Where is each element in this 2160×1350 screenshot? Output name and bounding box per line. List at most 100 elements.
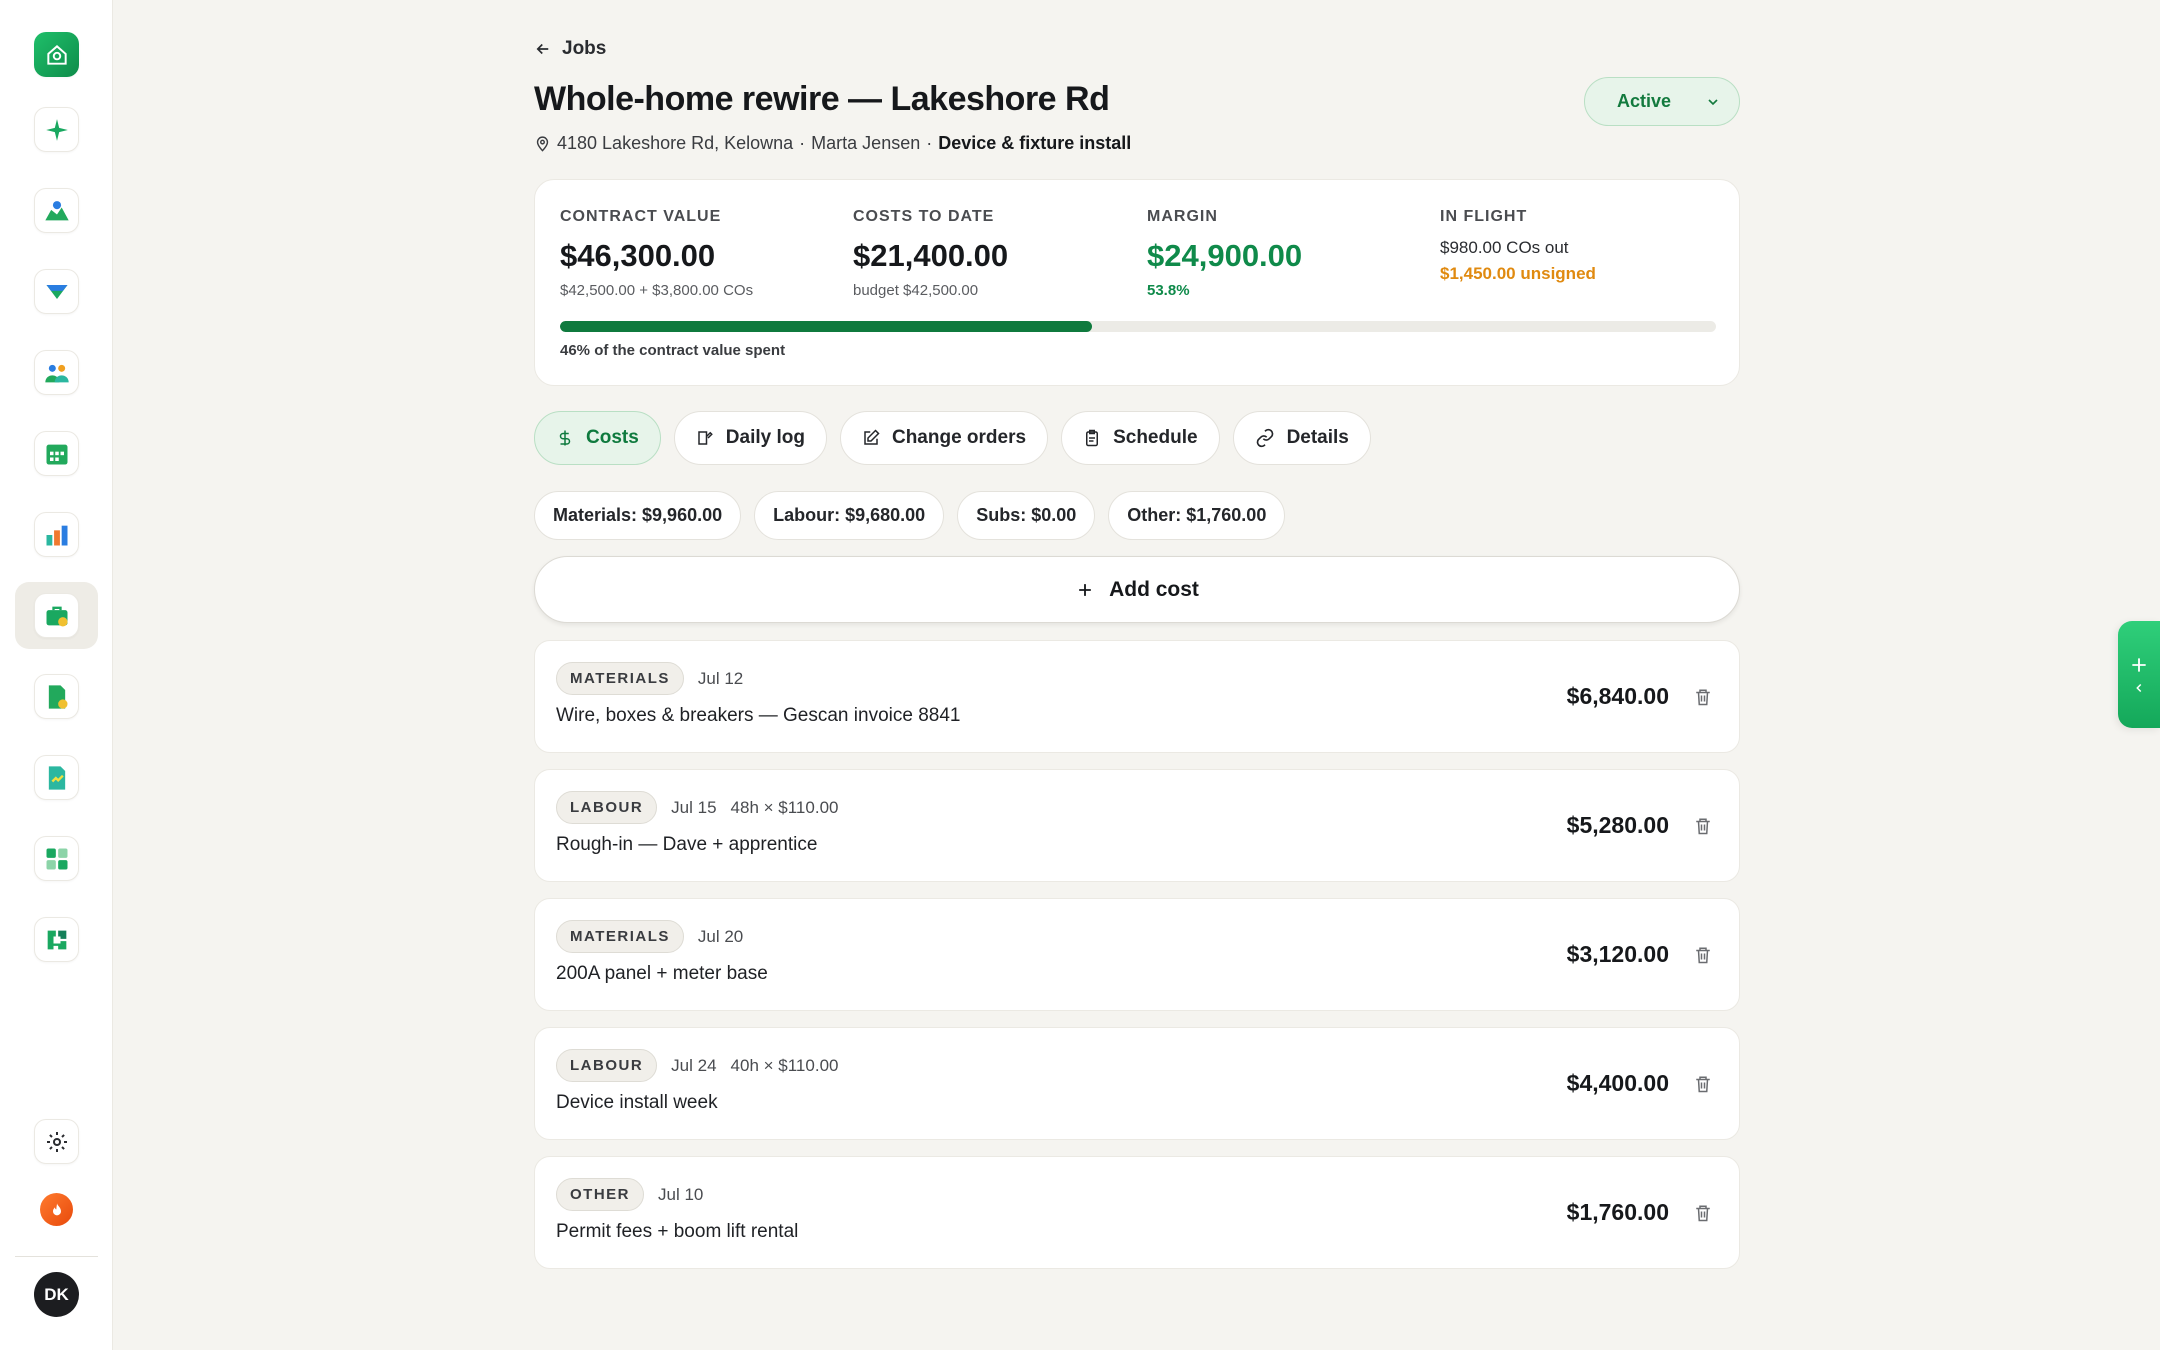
job-client: Marta Jensen	[811, 133, 921, 153]
add-cost-button[interactable]: Add cost	[534, 556, 1740, 623]
link-icon	[1256, 428, 1273, 448]
tab-change-orders[interactable]: Change orders	[839, 411, 1049, 465]
tab-label: Details	[1286, 427, 1349, 448]
cost-description: Permit fees + boom lift rental	[556, 1221, 799, 1242]
tab-schedule[interactable]: Schedule	[1061, 411, 1220, 465]
unsigned-amount: $1,450.00 unsigned	[1440, 264, 1596, 283]
job-status-value: Active	[1617, 91, 1672, 111]
job-meta: 4180 Lakeshore Rd, Kelowna · Marta Jense…	[534, 133, 1131, 154]
sparkle-plus-icon	[2132, 657, 2146, 672]
spend-progress-fill	[560, 321, 1092, 332]
tab-label: Change orders	[891, 427, 1027, 448]
nav-calendar-icon[interactable]	[34, 431, 79, 476]
cost-description: Device install week	[556, 1092, 718, 1113]
tab-label: Costs	[586, 427, 639, 448]
nav-apps-grid-icon[interactable]	[34, 836, 79, 881]
spend-progress-caption: 46% of the contract value spent	[560, 342, 786, 359]
nav-ai-sparkle-icon[interactable]	[34, 107, 79, 152]
costs-to-date-value: $21,400.00	[853, 238, 1009, 273]
delete-cost-trash-icon[interactable]	[1693, 685, 1713, 709]
materials-total-chip[interactable]: Materials: $9,960.00	[534, 491, 742, 540]
dollar-icon	[559, 430, 571, 446]
cost-date: Jul 20	[697, 926, 744, 946]
cost-date: Jul 12	[697, 668, 744, 688]
back-to-jobs-link[interactable]: Jobs	[534, 38, 606, 60]
cost-amount: $5,280.00	[1566, 812, 1669, 838]
nav-streak-flame-icon[interactable]	[40, 1193, 73, 1226]
cost-amount: $4,400.00	[1566, 1070, 1669, 1096]
nav-integrations-icon[interactable]	[34, 917, 79, 962]
subs-total-chip[interactable]: Subs: $0.00	[957, 491, 1096, 540]
tab-daily-log[interactable]: Daily log	[673, 411, 827, 465]
job-address: 4180 Lakeshore Rd, Kelowna	[557, 133, 794, 153]
budget-value: budget $42,500.00	[853, 282, 979, 299]
chevron-left-icon	[2136, 683, 2142, 692]
nav-settings-gear-icon[interactable]	[34, 1119, 79, 1164]
nav-invoice-icon[interactable]	[34, 674, 79, 719]
assistant-panel-toggle[interactable]	[2118, 621, 2160, 728]
delete-cost-trash-icon[interactable]	[1693, 943, 1713, 967]
nav-jobs-briefcase-icon[interactable]	[34, 593, 79, 638]
margin-metric: MARGIN $24,900.00 53.8%	[1147, 208, 1302, 299]
margin-value: $24,900.00	[1147, 238, 1303, 273]
plus-icon	[1079, 583, 1091, 596]
chevron-down-icon	[1708, 98, 1718, 105]
page-title: Whole-home rewire — Lakeshore Rd	[534, 80, 1110, 118]
cost-row[interactable]: LABOUR Jul 15 48h × $110.00 Rough-in — D…	[534, 769, 1740, 882]
metric-label: COSTS TO DATE	[853, 208, 995, 225]
cost-amount: $3,120.00	[1566, 941, 1669, 967]
edit-log-icon	[698, 431, 713, 445]
meta-separator: ·	[799, 133, 806, 153]
cost-category-badge: LABOUR	[556, 1049, 658, 1082]
nav-map-icon[interactable]	[34, 188, 79, 233]
metric-label: IN FLIGHT	[1440, 208, 1528, 225]
contract-value: $46,300.00	[560, 238, 716, 273]
cost-rate: 48h × $110.00	[730, 797, 839, 817]
add-cost-label: Add cost	[1109, 577, 1199, 601]
margin-percent: 53.8%	[1147, 282, 1190, 299]
nav-shield-check-icon[interactable]	[34, 269, 79, 314]
tab-label: Daily log	[725, 427, 805, 448]
back-label: Jobs	[562, 38, 607, 59]
cost-row[interactable]: LABOUR Jul 24 40h × $110.00 Device insta…	[534, 1027, 1740, 1140]
job-status-select[interactable]: Active	[1584, 77, 1740, 126]
labour-total-chip[interactable]: Labour: $9,680.00	[754, 491, 945, 540]
cost-category-totals: Materials: $9,960.00 Labour: $9,680.00 S…	[534, 491, 1286, 540]
job-phase: Device & fixture install	[938, 133, 1132, 153]
cost-description: Rough-in — Dave + apprentice	[556, 834, 818, 855]
nav-reports-chart-icon[interactable]	[34, 512, 79, 557]
cost-row[interactable]: OTHER Jul 10 Permit fees + boom lift ren…	[534, 1156, 1740, 1269]
delete-cost-trash-icon[interactable]	[1693, 1072, 1713, 1096]
meta-separator: ·	[926, 133, 933, 153]
tab-label: Schedule	[1113, 427, 1198, 448]
contract-value-metric: CONTRACT VALUE $46,300.00 $42,500.00 + $…	[560, 208, 753, 299]
tab-costs[interactable]: Costs	[534, 411, 661, 465]
cost-amount: $1,760.00	[1566, 1199, 1669, 1225]
cost-category-badge: OTHER	[556, 1178, 644, 1211]
pen-square-icon	[864, 429, 880, 445]
delete-cost-trash-icon[interactable]	[1693, 814, 1713, 838]
nav-home-logo-icon[interactable]	[34, 32, 79, 77]
metric-label: CONTRACT VALUE	[560, 208, 722, 225]
delete-cost-trash-icon[interactable]	[1693, 1201, 1713, 1225]
cost-row[interactable]: MATERIALS Jul 20 200A panel + meter base…	[534, 898, 1740, 1011]
user-avatar[interactable]: DK	[34, 1272, 79, 1317]
cost-date: Jul 24	[671, 1055, 717, 1075]
arrow-left-icon	[536, 43, 549, 55]
cost-date: Jul 15	[671, 797, 717, 817]
nav-estimates-icon[interactable]	[34, 755, 79, 800]
in-flight-metric: IN FLIGHT $980.00 COs out $1,450.00 unsi…	[1440, 208, 1596, 284]
cost-amount: $6,840.00	[1566, 683, 1669, 709]
tab-details[interactable]: Details	[1232, 411, 1371, 465]
spend-progress-bar	[560, 321, 1716, 332]
job-financial-summary: CONTRACT VALUE $46,300.00 $42,500.00 + $…	[534, 179, 1740, 386]
other-total-chip[interactable]: Other: $1,760.00	[1108, 491, 1286, 540]
sidebar: DK	[0, 0, 113, 1350]
nav-team-icon[interactable]	[34, 350, 79, 395]
cost-date: Jul 10	[658, 1184, 704, 1204]
clipboard-icon	[1086, 429, 1099, 447]
cost-row[interactable]: MATERIALS Jul 12 Wire, boxes & breakers …	[534, 640, 1740, 753]
cost-description: Wire, boxes & breakers — Gescan invoice …	[556, 705, 961, 726]
cost-description: 200A panel + meter base	[556, 963, 768, 984]
cost-category-badge: MATERIALS	[556, 662, 684, 695]
